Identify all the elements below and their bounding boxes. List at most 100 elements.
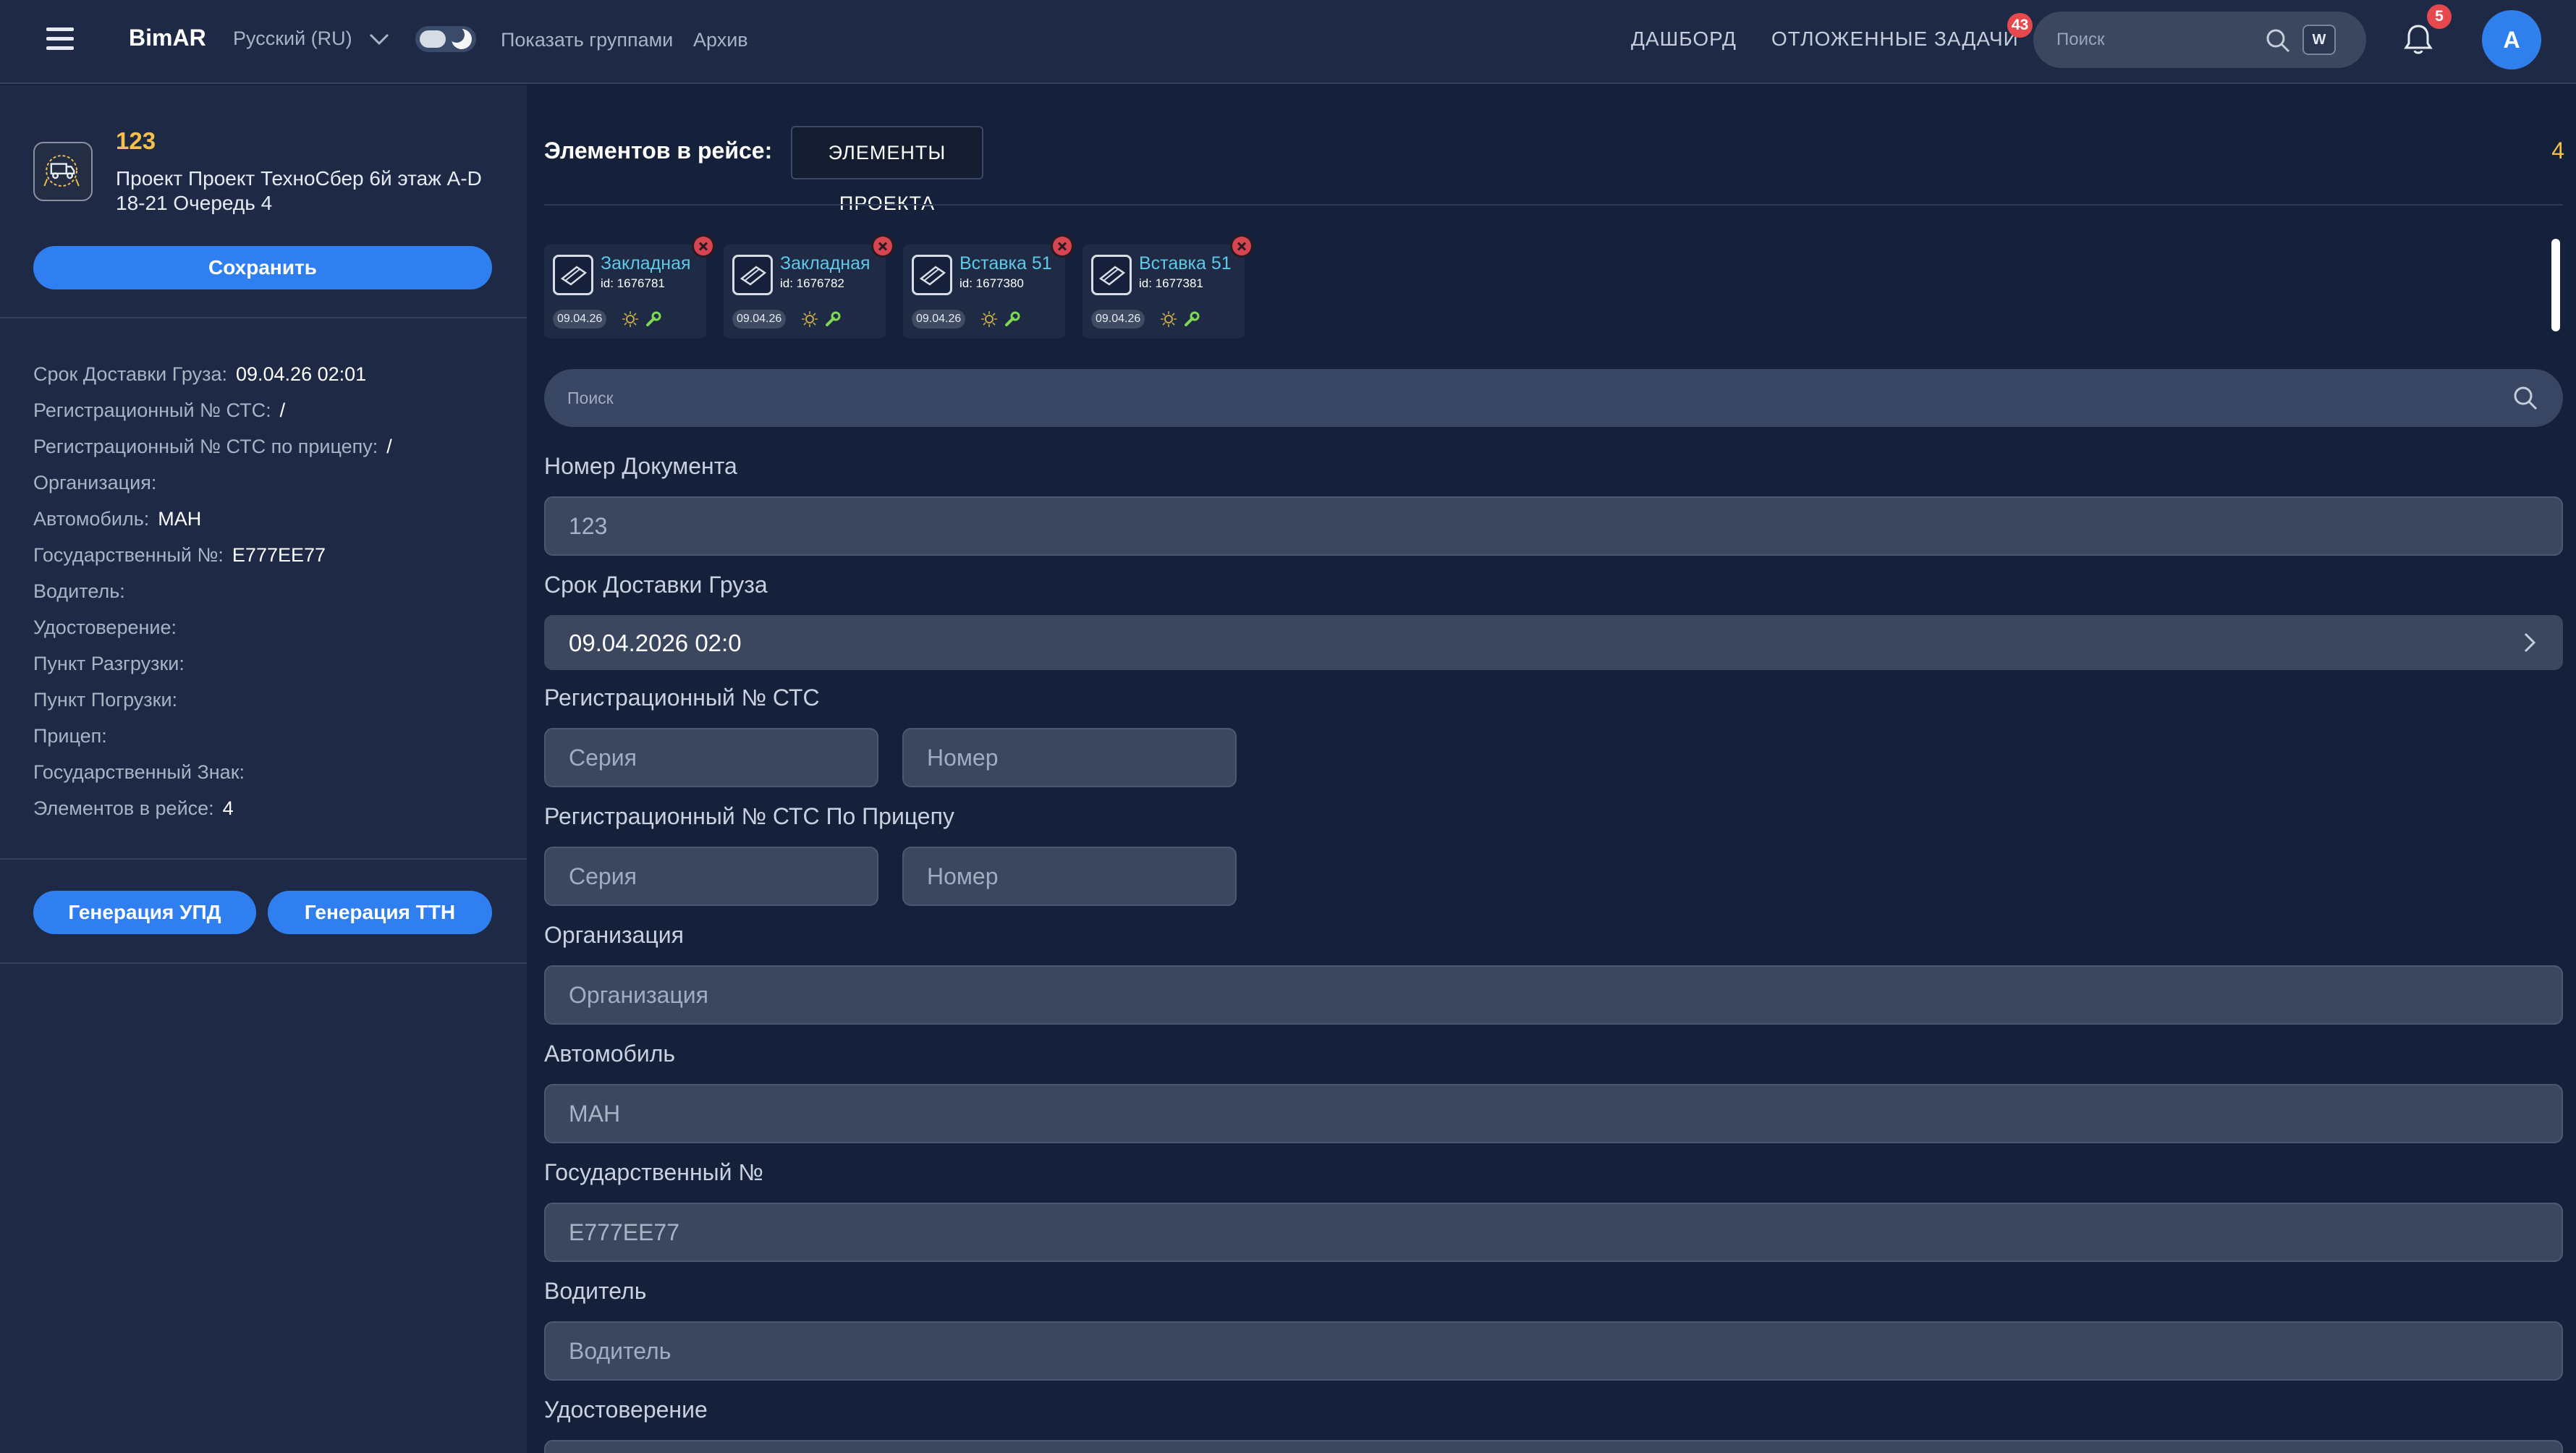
element-date: 09.04.26 <box>553 310 607 329</box>
search-icon[interactable] <box>2511 384 2540 412</box>
element-card[interactable]: Вставка 51 id: 1677381 09.04.26 <box>1082 234 1253 339</box>
element-card[interactable]: Закладная id: 1676781 09.04.26 <box>544 234 715 339</box>
plate-field[interactable] <box>544 1203 2563 1262</box>
main-divider <box>544 204 2563 206</box>
remove-element-icon[interactable] <box>692 234 715 258</box>
driver-label: Водитель <box>544 1278 647 1304</box>
info-row-trailer: Прицеп: <box>33 725 107 747</box>
info-row-delivery: Срок Доставки Груза: 09.04.26 02:01 <box>33 363 367 385</box>
notifications-badge: 5 <box>2427 4 2452 29</box>
chevron-down-icon <box>369 33 389 45</box>
elements-count: 4 <box>2551 137 2564 164</box>
license-label: Удостоверение <box>544 1397 708 1423</box>
info-row-state-sign: Государственный Знак: <box>33 761 245 783</box>
element-type-icon <box>1091 255 1132 295</box>
info-row-unloading-point: Пункт Разгрузки: <box>33 653 185 674</box>
sidebar: 123 Проект Проект ТехноСбер 6й этаж A-D … <box>0 85 527 1453</box>
app-root: BimAR Русский (RU) Показать группами Арх… <box>0 0 2576 1453</box>
elements-search-input[interactable] <box>567 382 2449 414</box>
info-row-organization: Организация: <box>33 472 157 493</box>
wrench-icon <box>1185 311 1200 326</box>
element-title: Закладная <box>601 253 691 274</box>
info-row-car: Автомобиль: МАН <box>33 508 202 530</box>
project-name: Проект Проект ТехноСбер 6й этаж A-D 18-2… <box>116 167 482 214</box>
doc-number-field[interactable] <box>544 496 2563 556</box>
delivery-date-label: Срок Доставки Груза <box>544 572 768 598</box>
bell-icon[interactable] <box>2402 22 2434 56</box>
element-id: id: 1676782 <box>780 276 844 290</box>
info-row-elements-count: Элементов в рейсе: 4 <box>33 797 234 819</box>
theme-toggle[interactable] <box>415 26 476 52</box>
plate-label: Государственный № <box>544 1159 763 1185</box>
generate-ttn-button[interactable]: Генерация ТТН <box>268 891 492 934</box>
sts-label: Регистрационный № СТС <box>544 685 820 711</box>
language-selector[interactable]: Русский (RU) <box>233 27 390 50</box>
nav-deferred-tasks[interactable]: ОТЛОЖЕННЫЕ ЗАДАЧИ <box>1771 27 2019 51</box>
info-row-license: Удостоверение: <box>33 617 177 638</box>
header-search-input[interactable] <box>2056 25 2259 55</box>
sts-trailer-series-field[interactable] <box>544 847 878 906</box>
sun-icon <box>622 311 638 327</box>
info-row-driver: Водитель: <box>33 580 125 602</box>
top-bar: BimAR Русский (RU) Показать группами Арх… <box>0 0 2576 84</box>
archive-link[interactable]: Архив <box>693 29 748 51</box>
remove-element-icon[interactable] <box>1230 234 1253 258</box>
element-id: id: 1676781 <box>601 276 665 290</box>
remove-element-icon[interactable] <box>871 234 894 258</box>
delivery-date-field[interactable]: 09.04.2026 02:0 <box>544 615 2563 670</box>
sidebar-divider <box>0 317 527 318</box>
nav-dashboard[interactable]: ДАШБОРД <box>1631 27 1737 51</box>
show-groups-link[interactable]: Показать группами <box>501 29 673 51</box>
search-shortcut-key: W <box>2302 25 2336 55</box>
element-date: 09.04.26 <box>1091 310 1145 329</box>
element-id: id: 1677380 <box>959 276 1024 290</box>
car-field[interactable] <box>544 1084 2563 1143</box>
moon-icon <box>449 27 472 49</box>
truck-icon <box>33 142 93 201</box>
main-content: Элементов в рейсе: ЭЛЕМЕНТЫ ПРОЕКТА 4 За… <box>527 85 2576 1453</box>
shipment-info-list: Срок Доставки Груза: 09.04.26 02:01 Регис… <box>33 356 511 826</box>
deferred-count-badge: 43 <box>2007 13 2033 38</box>
sts-number-field[interactable] <box>902 728 1237 787</box>
wrench-icon <box>826 311 841 326</box>
info-row-sts: Регистрационный № СТС: / <box>33 399 286 421</box>
language-label: Русский (RU) <box>233 27 352 49</box>
car-label: Автомобиль <box>544 1041 676 1067</box>
organization-label: Организация <box>544 922 684 948</box>
header-search: W <box>2033 12 2366 68</box>
doc-number-label: Номер Документа <box>544 453 737 479</box>
delivery-date-value: 09.04.2026 02:0 <box>569 630 742 656</box>
element-type-icon <box>912 255 952 295</box>
sun-icon <box>1161 311 1177 327</box>
save-button[interactable]: Сохранить <box>33 246 492 289</box>
toggle-knob <box>420 30 446 48</box>
organization-field[interactable] <box>544 965 2563 1025</box>
user-avatar[interactable]: А <box>2482 10 2541 69</box>
wrench-icon <box>1005 311 1020 326</box>
project-elements-button[interactable]: ЭЛЕМЕНТЫ ПРОЕКТА <box>791 126 983 214</box>
license-field[interactable] <box>544 1440 2563 1453</box>
search-icon[interactable] <box>2263 26 2292 55</box>
info-row-sts-trailer: Регистрационный № СТС по прицепу: / <box>33 436 392 457</box>
sts-series-field[interactable] <box>544 728 878 787</box>
elements-search <box>544 369 2563 427</box>
chevron-right-icon <box>2524 632 2536 653</box>
info-row-loading-point: Пункт Погрузки: <box>33 689 178 711</box>
menu-icon[interactable] <box>46 27 74 52</box>
app-brand[interactable]: BimAR <box>129 25 206 51</box>
element-type-icon <box>553 255 593 295</box>
cards-scrollbar[interactable] <box>2551 239 2560 331</box>
element-card[interactable]: Вставка 51 id: 1677380 09.04.26 <box>903 234 1074 339</box>
remove-element-icon[interactable] <box>1051 234 1074 258</box>
element-title: Закладная <box>780 253 870 274</box>
sidebar-divider <box>0 962 527 964</box>
sun-icon <box>981 311 997 327</box>
sts-trailer-number-field[interactable] <box>902 847 1237 906</box>
element-type-icon <box>732 255 773 295</box>
generate-upd-button[interactable]: Генерация УПД <box>33 891 256 934</box>
element-title: Вставка 51 <box>959 253 1052 274</box>
element-card[interactable]: Закладная id: 1676782 09.04.26 <box>724 234 894 339</box>
driver-field[interactable] <box>544 1321 2563 1381</box>
element-date: 09.04.26 <box>912 310 966 329</box>
elements-in-trip-title: Элементов в рейсе: <box>544 137 773 164</box>
